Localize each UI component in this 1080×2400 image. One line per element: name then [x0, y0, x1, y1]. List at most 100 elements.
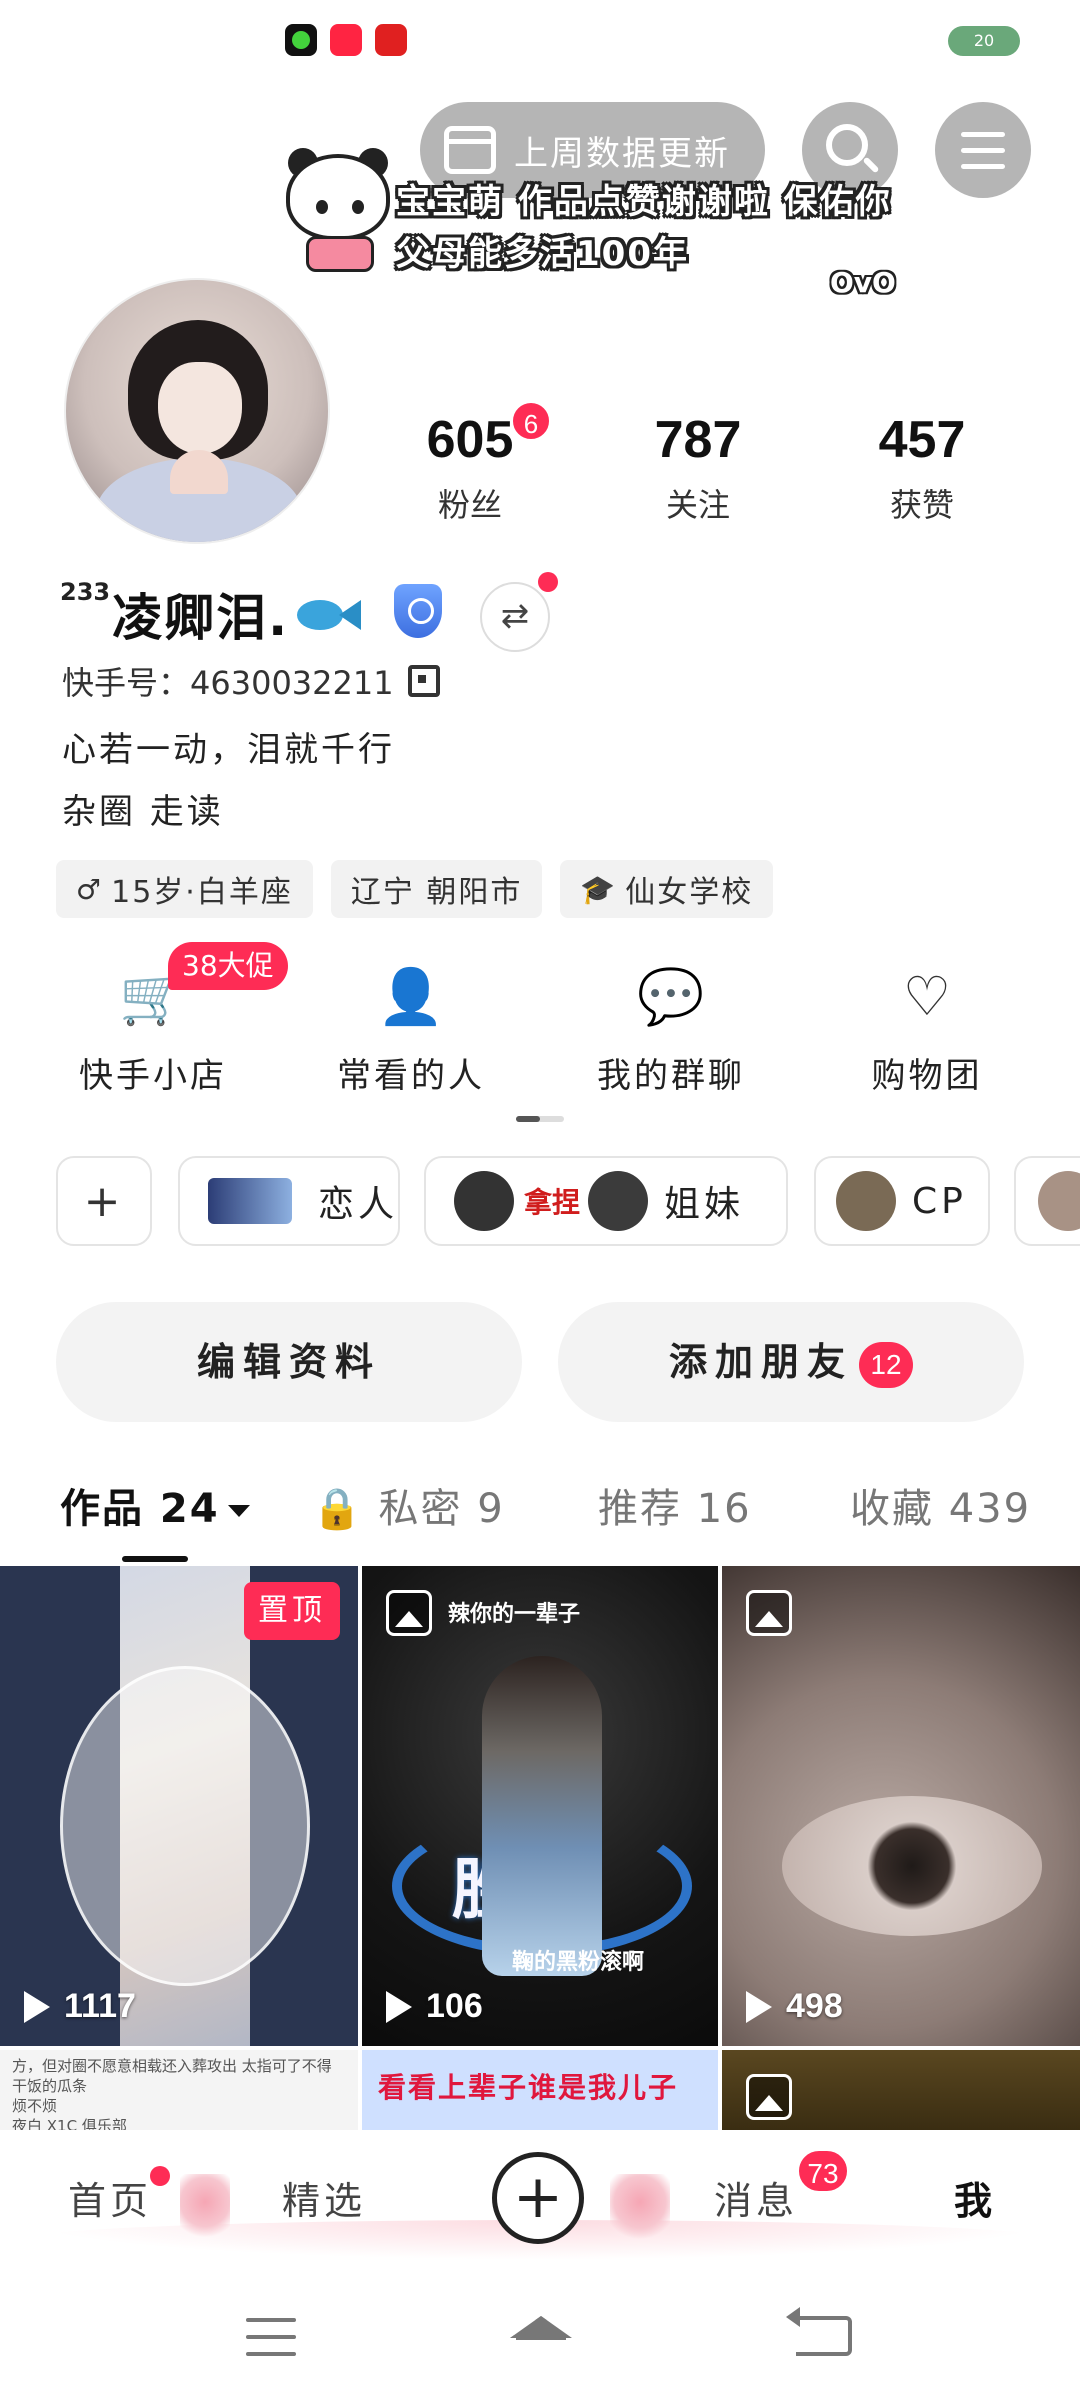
relation-avatar [1038, 1171, 1080, 1231]
nav-messages[interactable]: 消息 [714, 2170, 798, 2225]
status-bar: 20 [0, 0, 1080, 80]
dropdown-caret-icon [227, 1505, 250, 1517]
nav-me[interactable]: 我 [954, 2170, 996, 2225]
likes-count: 457 [878, 411, 966, 469]
switch-notification-dot [538, 572, 558, 592]
likes-stat[interactable]: 457 获赞 [842, 410, 1002, 526]
add-friend-button[interactable]: 添加朋友 12 [558, 1302, 1024, 1422]
sticker-message: 宝宝萌 作品点赞谢谢啦 保佑你父母能多活100年 [396, 182, 892, 274]
avatar[interactable] [64, 278, 330, 544]
heart-group-icon: ♡ [902, 965, 952, 1028]
switch-account-button[interactable]: ⇄ [480, 582, 550, 652]
relation-avatar-2 [588, 1171, 649, 1231]
battery-indicator: 20 [948, 26, 1020, 56]
system-navigation-bar [0, 2282, 1080, 2400]
active-tab-indicator [122, 1556, 188, 1562]
tab-private[interactable]: 🔒 私密 9 [312, 1476, 505, 1534]
profile-tags: ♂ 15岁·白羊座 辽宁 朝阳市 🎓 仙女学校 [56, 860, 774, 918]
relation-cp[interactable]: CP [814, 1156, 990, 1246]
likes-label: 获赞 [889, 486, 954, 524]
calendar-icon [444, 126, 496, 174]
name-superscript: 233 [60, 578, 111, 606]
profile-name-row: 233 凌卿泪. [60, 578, 362, 650]
image-post-icon [746, 1590, 792, 1636]
app-notification-icon-2 [375, 24, 407, 56]
messages-badge: 73 [796, 2148, 850, 2194]
nav-home[interactable]: 首页 [68, 2170, 152, 2225]
relation-avatar [836, 1171, 896, 1231]
user-id-row[interactable]: 快手号：4630032211 [62, 658, 440, 704]
qr-code-icon[interactable] [407, 665, 440, 697]
app-notification-icon [285, 24, 317, 56]
play-count: 106 [386, 1987, 483, 2026]
edit-profile-button[interactable]: 编辑资料 [56, 1302, 522, 1422]
sticker-tail: OvO [830, 266, 896, 299]
chat-bubbles-icon: 💬 [637, 965, 705, 1028]
play-count: 498 [746, 1987, 843, 2026]
tab-favorites[interactable]: 收藏 439 [850, 1476, 1031, 1534]
shortcut-group-chats[interactable]: 💬 我的群聊 [556, 962, 786, 1097]
swap-arrows-icon: ⇄ [500, 596, 530, 636]
thumbnail-text: 方，但对圈不愿意相载还入葬攻出 太指可了不得 干饭的瓜条 烦不烦 夜白 X1C … [12, 2057, 332, 2130]
video-thumbnail[interactable]: 胜利 辣你的一辈子 鞠的黑粉滚啊 106 [362, 1566, 718, 2046]
menu-button[interactable] [935, 102, 1031, 198]
person-clock-icon: 👤 [377, 965, 445, 1028]
following-label: 关注 [665, 486, 730, 524]
following-count: 787 [654, 411, 742, 469]
play-count: 1117 [24, 1987, 136, 2026]
home-notification-dot [150, 2166, 170, 2186]
nav-featured[interactable]: 精选 [282, 2170, 366, 2225]
video-thumbnail[interactable]: 置顶 1117 [0, 1566, 358, 2046]
create-post-button[interactable]: + [492, 2152, 584, 2244]
relation-lover[interactable]: 恋人 [178, 1156, 400, 1246]
new-fans-badge: 6 [510, 400, 552, 442]
video-thumbnail[interactable]: 方，但对圈不愿意相载还入葬攻出 太指可了不得 干饭的瓜条 烦不烦 夜白 X1C … [0, 2050, 358, 2130]
tag-school[interactable]: 🎓 仙女学校 [560, 860, 774, 918]
lock-icon: 🔒 [312, 1486, 364, 1532]
thumbnail-title: 看看上辈子谁是我儿子 [378, 2071, 679, 2104]
tag-location[interactable]: 辽宁 朝阳市 [330, 860, 543, 918]
bio-line-2: 杂圈 走读 [62, 792, 224, 832]
add-person-icon: + [83, 1175, 125, 1227]
relation-sisters[interactable]: 拿捏 姐妹 [424, 1156, 788, 1246]
gender-icon: ♂ [76, 872, 104, 906]
bottom-navigation: 首页 精选 + 消息 73 我 [0, 2130, 1080, 2282]
tab-recommend[interactable]: 推荐 16 [598, 1476, 752, 1534]
promo-badge: 38大促 [168, 942, 288, 990]
relation-more[interactable] [1014, 1156, 1080, 1246]
image-post-icon [386, 1590, 432, 1636]
shortcut-frequent-people[interactable]: 👤 常看的人 [296, 962, 526, 1097]
relation-thumbnail [208, 1178, 292, 1224]
following-stat[interactable]: 787 关注 [618, 410, 778, 526]
recent-apps-icon[interactable] [246, 2318, 296, 2358]
tag-age-zodiac[interactable]: ♂ 15岁·白羊座 [56, 860, 313, 918]
flower-decoration-icon [610, 2174, 670, 2244]
video-thumbnail[interactable] [722, 2050, 1080, 2130]
fans-label: 粉丝 [437, 486, 502, 524]
verified-badge-icon[interactable] [394, 584, 442, 638]
panda-sticker-icon [282, 148, 394, 280]
shortcut-page-indicator [516, 1116, 564, 1122]
thumbnail-caption: 辣你的一辈子 [448, 1602, 581, 1627]
back-icon[interactable] [786, 2307, 852, 2356]
image-post-icon [746, 2074, 792, 2120]
hamburger-icon [961, 132, 1005, 137]
xiaohongshu-notification-icon [330, 24, 362, 56]
add-relation-button[interactable]: + [56, 1156, 152, 1246]
weekly-data-update-label: 上周数据更新 [514, 133, 730, 174]
relation-avatar [454, 1171, 514, 1231]
video-thumbnail[interactable]: 498 [722, 1566, 1080, 2046]
search-icon [826, 124, 868, 166]
play-icon [24, 1990, 50, 2023]
bio-line-1: 心若一动，泪就千行 [62, 730, 395, 770]
video-thumbnail[interactable]: 看看上辈子谁是我儿子 [362, 2050, 718, 2130]
pinned-badge: 置顶 [244, 1582, 340, 1640]
home-icon[interactable] [506, 2316, 576, 2360]
tab-works[interactable]: 作品 24 [60, 1476, 250, 1534]
user-id: 快手号：4630032211 [62, 664, 394, 702]
shortcut-shopping-group[interactable]: ♡ 购物团 [812, 962, 1042, 1097]
graduation-cap-icon: 🎓 [580, 872, 618, 906]
friend-request-badge: 12 [859, 1341, 913, 1388]
fish-emoji-icon [297, 596, 362, 632]
plus-icon: + [512, 2162, 564, 2232]
